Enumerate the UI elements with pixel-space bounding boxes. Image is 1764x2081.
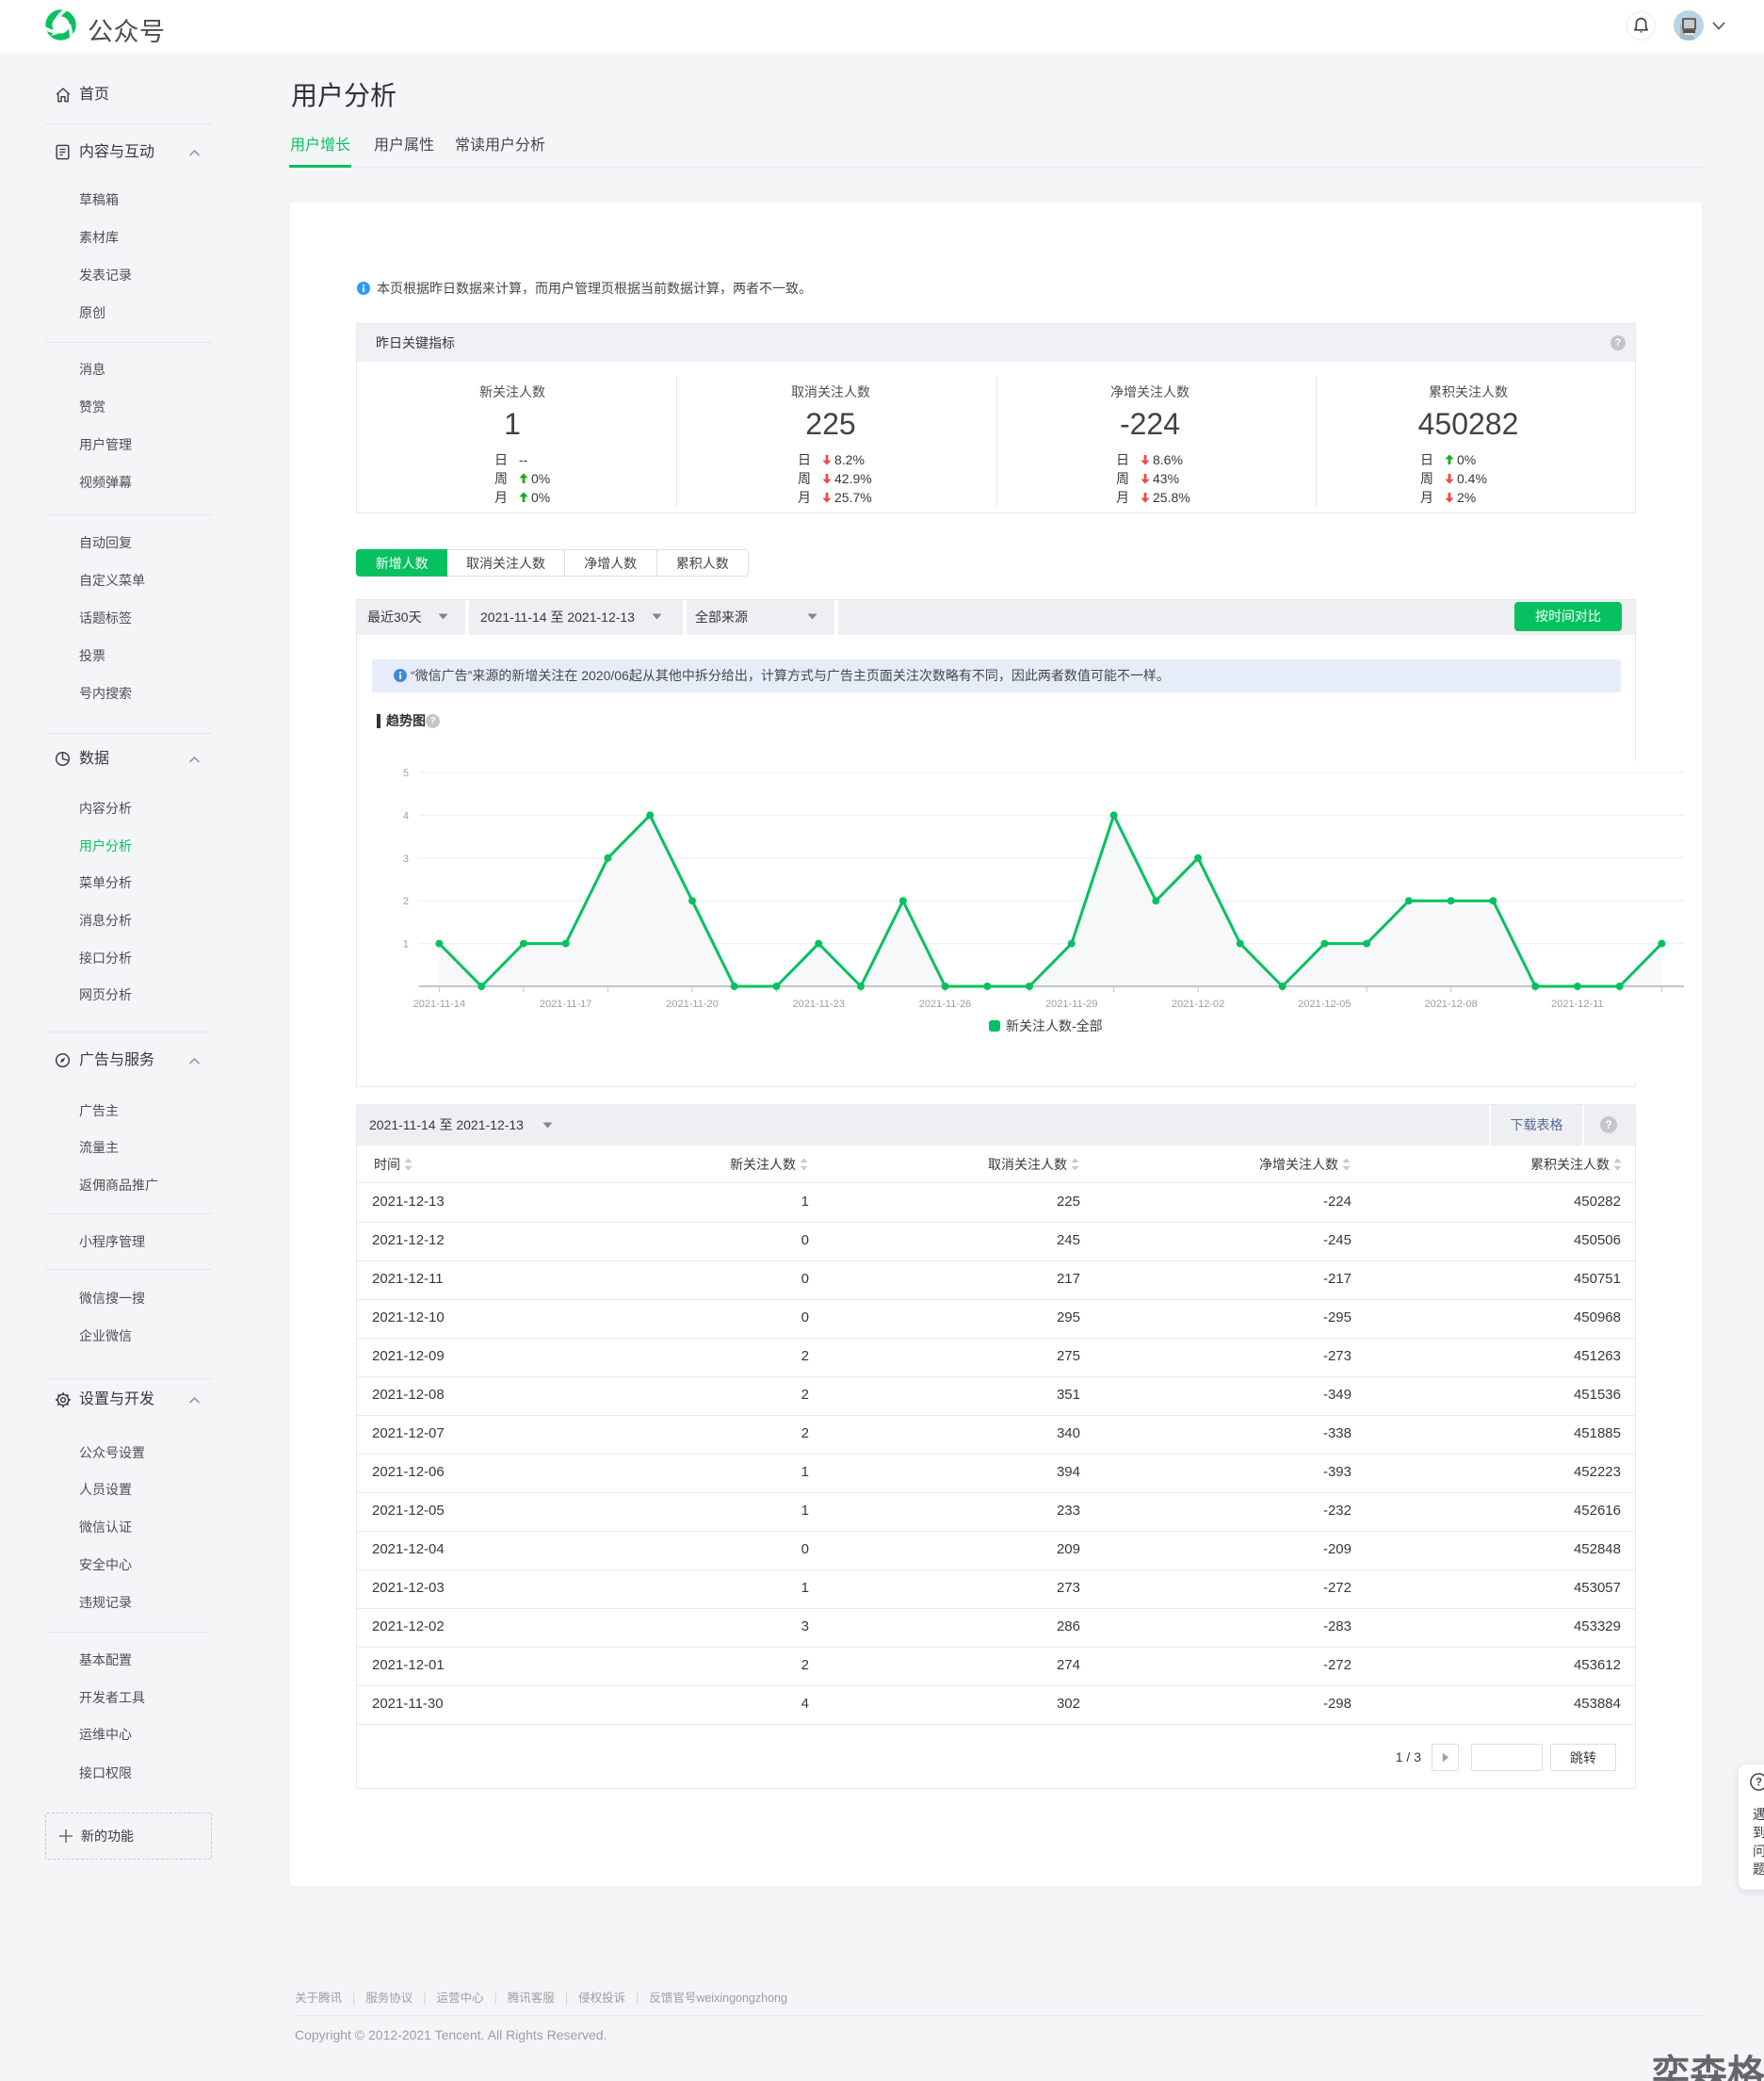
svg-text:5: 5	[403, 768, 409, 779]
svg-text:2021-12-11: 2021-12-11	[1551, 999, 1603, 1010]
svg-text:1: 1	[403, 939, 409, 951]
svg-text:4: 4	[403, 810, 409, 821]
svg-text:2021-12-05: 2021-12-05	[1298, 999, 1351, 1010]
svg-text:2021-11-17: 2021-11-17	[540, 999, 591, 1010]
svg-text:2021-11-23: 2021-11-23	[792, 999, 844, 1010]
svg-text:2021-12-02: 2021-12-02	[1172, 999, 1224, 1010]
svg-text:新关注人数-全部: 新关注人数-全部	[1006, 1018, 1103, 1033]
svg-text:2021-11-14: 2021-11-14	[413, 999, 465, 1010]
svg-text:?: ?	[1756, 1778, 1762, 1789]
svg-text:2: 2	[403, 896, 409, 907]
svg-text:2021-12-08: 2021-12-08	[1424, 999, 1477, 1010]
svg-text:2021-11-29: 2021-11-29	[1045, 999, 1097, 1010]
svg-text:2021-11-26: 2021-11-26	[919, 999, 971, 1010]
svg-text:3: 3	[403, 854, 409, 865]
svg-text:2021-11-20: 2021-11-20	[666, 999, 718, 1010]
